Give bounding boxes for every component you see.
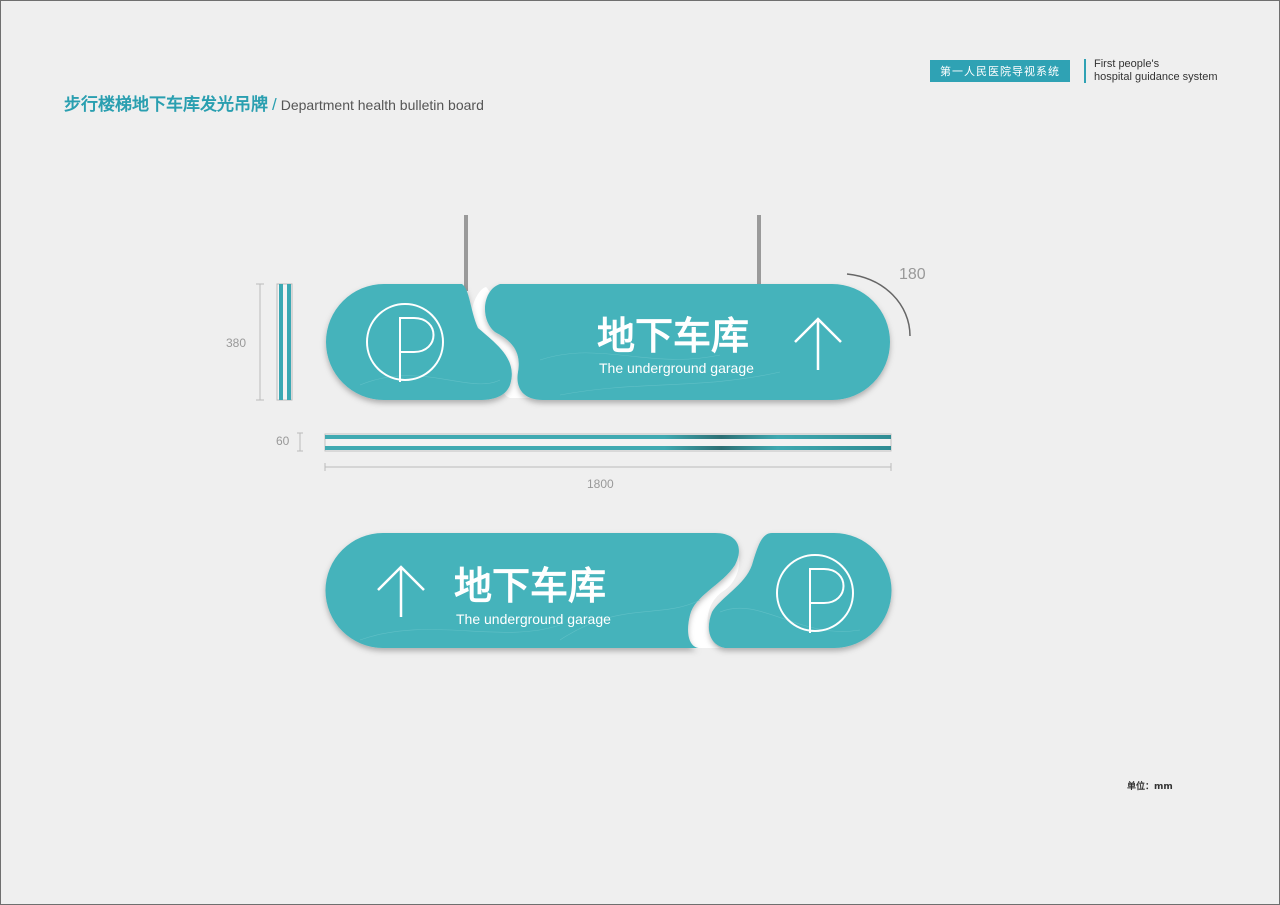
dimension-width: 1800 <box>587 477 614 491</box>
hanging-rod-right <box>757 215 761 291</box>
dimension-corner-radius: 180 <box>899 266 926 283</box>
dimension-height: 380 <box>226 336 247 350</box>
sign-drawing: 地下车库 The underground garage 地下车库 The und… <box>256 215 911 648</box>
top-view <box>297 432 892 471</box>
side-view <box>256 283 293 401</box>
sign-front-title-cn: 地下车库 <box>597 314 749 358</box>
sign-back-title-cn: 地下车库 <box>454 564 606 608</box>
sign-front-title-en: The underground garage <box>599 360 754 376</box>
sign-back-title-en: The underground garage <box>456 611 611 627</box>
unit-note: 单位：mm <box>1127 782 1173 792</box>
dimension-thickness: 60 <box>276 434 290 448</box>
sign-back: 地下车库 The underground garage <box>325 533 892 648</box>
hanging-rod-left <box>464 215 468 291</box>
sign-front: 地下车库 The underground garage <box>326 284 890 400</box>
